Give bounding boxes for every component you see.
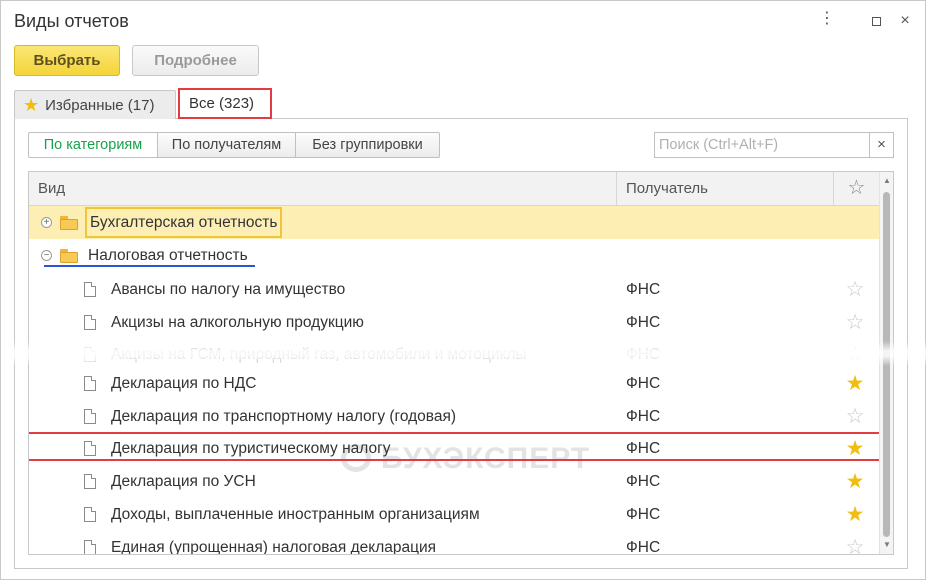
- group-row-accounting[interactable]: + Бухгалтерская отчетность: [29, 206, 879, 239]
- window-title: Виды отчетов: [14, 11, 129, 31]
- favorite-star-icon[interactable]: ☆: [840, 306, 870, 339]
- group-label: Бухгалтерская отчетность: [85, 207, 283, 238]
- scrollbar-thumb[interactable]: [883, 192, 890, 537]
- favorite-star-icon[interactable]: ★: [840, 498, 870, 531]
- table-row[interactable]: Декларация по УСН ФНС ★: [29, 465, 879, 498]
- document-icon: [84, 507, 96, 522]
- column-header-recipient[interactable]: Получатель: [617, 172, 834, 205]
- group-by-recipient-button[interactable]: По получателям: [157, 132, 296, 158]
- vertical-scrollbar[interactable]: ▲ ▼: [879, 172, 893, 554]
- favorite-star-icon[interactable]: ☆: [840, 531, 870, 554]
- tab-all-label: Все (323): [189, 95, 255, 112]
- row-name: Декларация по транспортному налогу (годо…: [111, 408, 457, 425]
- favorite-star-icon[interactable]: ★: [840, 465, 870, 498]
- document-icon: [84, 347, 96, 362]
- title-bar: Виды отчетов ⋮ ×: [1, 1, 925, 41]
- row-name: Декларация по УСН: [111, 473, 256, 490]
- table-row[interactable]: Декларация по НДС ФНС ★: [29, 367, 879, 400]
- expand-toggle-icon[interactable]: +: [41, 217, 52, 228]
- star-icon: ★: [23, 95, 40, 115]
- table-row[interactable]: Авансы по налогу на имущество ФНС ☆: [29, 273, 879, 306]
- table-row[interactable]: Единая (упрощенная) налоговая декларация…: [29, 531, 879, 555]
- row-recipient: ФНС: [626, 539, 661, 555]
- row-name: Единая (упрощенная) налоговая декларация: [111, 539, 437, 555]
- row-recipient: ФНС: [626, 281, 661, 298]
- row-name: Декларация по НДС: [111, 375, 257, 392]
- tab-favorites-label: Избранные (17): [45, 97, 155, 114]
- select-button[interactable]: Выбрать: [14, 45, 120, 76]
- group-row-tax[interactable]: − Налоговая отчетность: [29, 239, 879, 272]
- row-recipient: ФНС: [626, 314, 661, 331]
- collapse-toggle-icon[interactable]: −: [41, 250, 52, 261]
- scroll-up-icon[interactable]: ▲: [880, 174, 893, 188]
- no-grouping-button[interactable]: Без группировки: [295, 132, 440, 158]
- search-input[interactable]: [654, 132, 870, 158]
- table-row[interactable]: Декларация по транспортному налогу (годо…: [29, 400, 879, 433]
- favorite-star-icon[interactable]: ☆: [840, 400, 870, 433]
- favorite-star-icon[interactable]: ☆: [840, 273, 870, 306]
- row-name: Доходы, выплаченные иностранным организа…: [111, 506, 480, 523]
- group-label: Налоговая отчетность: [88, 247, 248, 264]
- report-types-table: Вид Получатель ☆ + Бухгалтерская отчетно…: [28, 171, 894, 555]
- table-row[interactable]: Акцизы на алкогольную продукцию ФНС ☆: [29, 306, 879, 339]
- row-name: Авансы по налогу на имущество: [111, 281, 346, 298]
- row-recipient: ФНС: [626, 375, 661, 392]
- details-button[interactable]: Подробнее: [132, 45, 259, 76]
- document-icon: [84, 376, 96, 391]
- document-icon: [84, 315, 96, 330]
- document-icon: [84, 540, 96, 554]
- row-recipient: ФНС: [626, 506, 661, 523]
- row-recipient: ФНС: [626, 408, 661, 425]
- scroll-down-icon[interactable]: ▼: [880, 538, 893, 552]
- favorite-star-icon[interactable]: ★: [840, 367, 870, 400]
- row-recipient: ФНС: [626, 473, 661, 490]
- document-icon: [84, 474, 96, 489]
- document-icon: [84, 282, 96, 297]
- column-header-kind[interactable]: Вид: [29, 172, 617, 205]
- tab-all[interactable]: Все (323): [178, 88, 272, 119]
- more-options-icon[interactable]: ⋮: [817, 11, 837, 31]
- document-icon: [84, 409, 96, 424]
- folder-icon: [60, 249, 78, 263]
- clear-search-icon[interactable]: ×: [870, 132, 894, 158]
- maximize-icon[interactable]: [866, 11, 886, 31]
- row-name: Акцизы на алкогольную продукцию: [111, 314, 364, 331]
- folder-icon: [60, 216, 78, 230]
- group-underline: [44, 265, 255, 267]
- tab-favorites[interactable]: ★ Избранные (17): [14, 90, 176, 119]
- close-icon[interactable]: ×: [895, 11, 915, 31]
- table-row[interactable]: Доходы, выплаченные иностранным организа…: [29, 498, 879, 531]
- report-types-window: Виды отчетов ⋮ × Выбрать Подробнее ★ Избр…: [0, 0, 926, 580]
- table-header: Вид Получатель ☆: [29, 172, 879, 206]
- group-by-category-button[interactable]: По категориям: [28, 132, 158, 158]
- column-header-favorite-star-icon[interactable]: ☆: [834, 172, 879, 205]
- highlight-frame: [29, 432, 884, 461]
